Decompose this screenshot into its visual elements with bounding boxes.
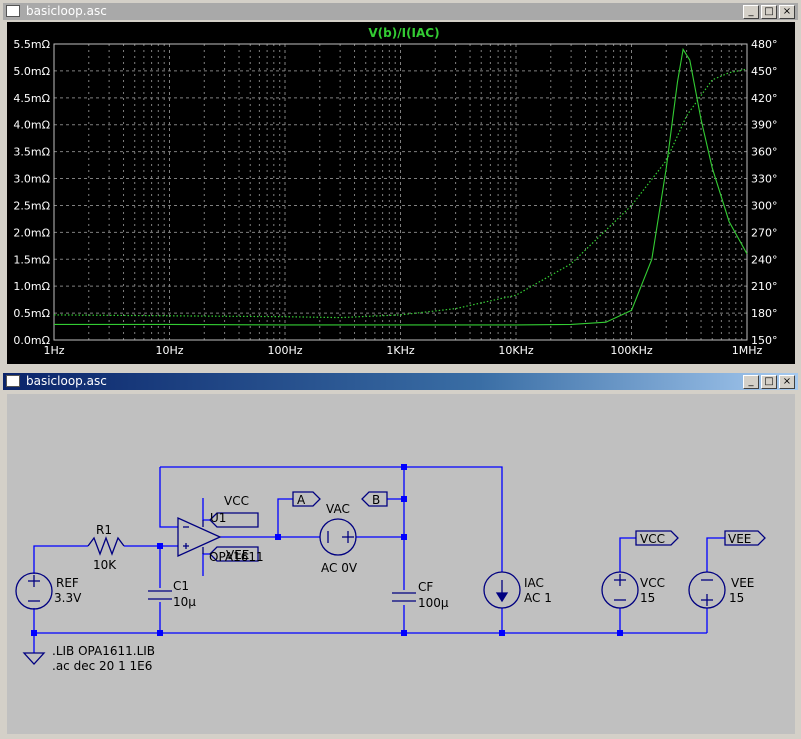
waveform-icon [6,5,20,17]
x-tick-label: 10Hz [155,344,183,357]
x-tick-label: 10KHz [498,344,533,357]
net-label-b[interactable]: B [372,493,380,507]
y-left-tick-label[interactable]: 3.0mΩ [13,173,50,186]
cf-ref-label: CF [418,580,433,594]
y-left-tick-label[interactable]: 2.5mΩ [13,199,50,212]
vee-value-label: 15 [729,591,744,605]
schematic-icon [6,375,20,387]
close-button[interactable]: × [779,5,795,19]
y-right-tick-label[interactable]: 390° [751,119,778,132]
iac-value-label: AC 1 [524,591,552,605]
maximize-button[interactable]: □ [761,375,777,389]
y-left-tick-label[interactable]: 5.0mΩ [13,65,50,78]
schematic-window-titlebar[interactable]: basicloop.asc _ □ × [3,373,798,390]
plot-window-titlebar[interactable]: basicloop.asc _ □ × [3,3,798,20]
net-label-vcc-supply[interactable]: VCC [640,532,665,546]
y-left-tick-label[interactable]: 1.5mΩ [13,253,50,266]
voltage-source-vee[interactable] [688,571,726,609]
vac-value-label: AC 0V [321,561,358,575]
y-right-tick-label[interactable]: 180° [751,307,778,320]
spice-directive-ac[interactable]: .ac dec 20 1 1E6 [52,659,152,673]
y-right-tick-label[interactable]: 240° [751,253,778,266]
magnitude-trace[interactable] [54,47,748,326]
schematic-canvas[interactable]: R1 10K REF 3.3V C1 10µ U1 OPA1611 VAC AC… [7,394,795,734]
net-label-vee-opamp[interactable]: VEE [226,548,249,562]
capacitor-c1[interactable] [148,590,172,600]
y-left-tick-label[interactable]: 0.5mΩ [13,307,50,320]
voltage-source-vcc[interactable] [601,571,639,609]
junctions [31,464,623,636]
trace-title[interactable]: V(b)/I(IAC) [368,26,439,40]
r1-ref-label: R1 [96,523,112,537]
x-tick-label: 1KHz [386,344,414,357]
u1-ref-label: U1 [210,511,226,525]
vcc-value-label: 15 [640,591,655,605]
y-right-tick-label[interactable]: 300° [751,199,778,212]
schematic-drawing[interactable]: R1 10K REF 3.3V C1 10µ U1 OPA1611 VAC AC… [7,394,795,734]
y-right-tick-label[interactable]: 360° [751,146,778,159]
c1-ref-label: C1 [173,579,189,593]
iac-ref-label: IAC [524,576,544,590]
y-left-tick-label[interactable]: 4.0mΩ [13,119,50,132]
net-label-vcc-opamp[interactable]: VCC [224,494,249,508]
resistor-r1[interactable] [87,536,125,556]
y-right-tick-label[interactable]: 270° [751,226,778,239]
y-right-tick-label[interactable]: 480° [751,38,778,51]
y-right-tick-label[interactable]: 420° [751,92,778,105]
c1-value-label: 10µ [173,595,196,609]
maximize-button[interactable]: □ [761,5,777,19]
vac-ref-label: VAC [326,502,350,516]
plot-window: basicloop.asc _ □ × 1Hz 10Hz 100Hz 1KHz 10KH… [0,0,801,369]
x-tick-label: 100KHz [610,344,652,357]
voltage-source-ref[interactable] [15,572,53,610]
minimize-button[interactable]: _ [743,375,759,389]
plot-canvas[interactable]: 1Hz 10Hz 100Hz 1KHz 10KHz 100KHz 1MHz0.0mΩ0.5m… [7,22,795,364]
r1-value-label: 10K [93,558,117,572]
ref-value-label: 3.3V [54,591,82,605]
plot-window-title: basicloop.asc [26,4,107,18]
net-label-a[interactable]: A [297,493,306,507]
y-left-tick-label[interactable]: 1.0mΩ [13,280,50,293]
y-left-tick-label[interactable]: 3.5mΩ [13,146,50,159]
y-right-tick-label[interactable]: 450° [751,65,778,78]
y-right-tick-label[interactable]: 330° [751,173,778,186]
y-right-tick-label[interactable]: 210° [751,280,778,293]
ref-ref-label: REF [56,576,79,590]
y-left-tick-label[interactable]: 2.0mΩ [13,226,50,239]
ground-symbol[interactable] [22,652,46,665]
schematic-window-title: basicloop.asc [26,374,107,388]
current-source-iac[interactable] [483,571,521,609]
y-left-tick-label[interactable]: 5.5mΩ [13,38,50,51]
capacitor-cf[interactable] [392,592,416,602]
minimize-button[interactable]: _ [743,5,759,19]
waveform-plot[interactable]: 1Hz 10Hz 100Hz 1KHz 10KHz 100KHz 1MHz 0.0mΩ 0.5m… [7,22,795,364]
y-left-tick-label[interactable]: 0.0mΩ [13,334,50,347]
y-left-tick-label[interactable]: 4.5mΩ [13,92,50,105]
net-label-vee-supply[interactable]: VEE [728,532,751,546]
y-right-tick-label[interactable]: 150° [751,334,778,347]
cf-value-label: 100µ [418,596,449,610]
voltage-source-vac[interactable] [319,518,357,556]
close-button[interactable]: × [779,375,795,389]
spice-directive-lib[interactable]: .LIB OPA1611.LIB [52,644,155,658]
x-tick-label: 100Hz [267,344,302,357]
vee-ref-label: VEE [731,576,754,590]
vcc-ref-label: VCC [640,576,665,590]
